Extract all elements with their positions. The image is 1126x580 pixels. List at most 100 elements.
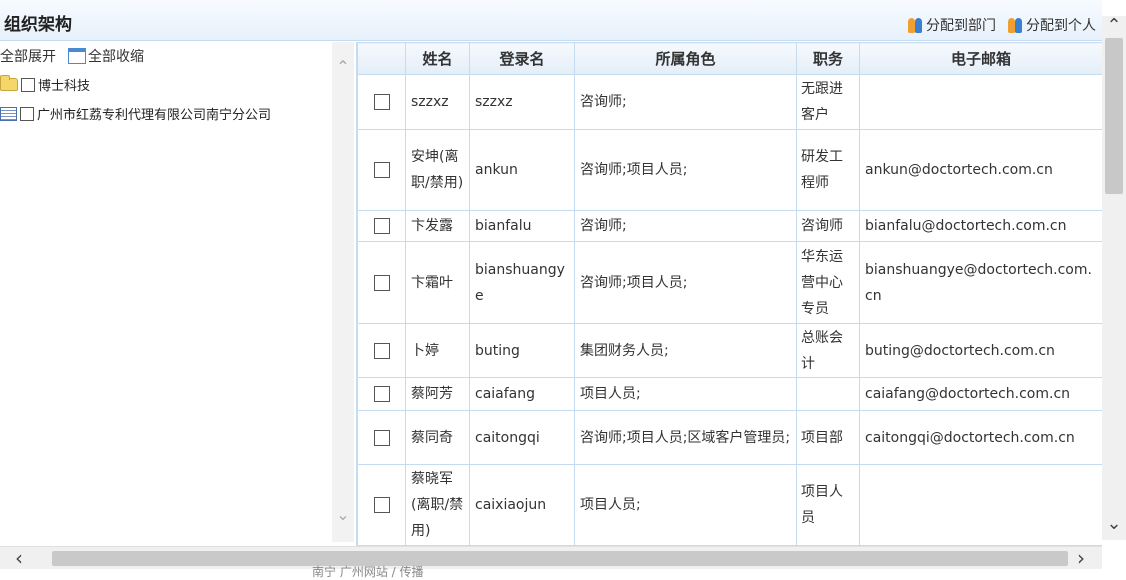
tree-node-label: 广州市红荔专利代理有限公司南宁分公司 [37, 108, 272, 123]
cell-email: caitongqi@doctortech.com.cn [859, 410, 1102, 465]
cell-name: 卞霜叶 [405, 241, 470, 324]
assign-to-person-button[interactable]: 分配到个人 [1008, 15, 1096, 35]
horizontal-scroll-thumb[interactable] [52, 551, 1068, 566]
cell-name: 卜婷 [405, 323, 470, 378]
cell-login: bianfalu [469, 210, 575, 242]
cell-role: 项目人员; [574, 377, 797, 411]
row-select-cell [357, 464, 406, 546]
cell-role: 咨询师; [574, 74, 797, 130]
org-tree-panel: 全部展开 全部收缩 博士科技 广州市红荔专利代理有限公司南宁分公司 ⌃ ⌄ [0, 42, 354, 545]
table-row[interactable]: szzxz szzxz 咨询师; 无跟进客户 [357, 74, 1102, 130]
cell-role: 项目人员; [574, 464, 797, 546]
table-row[interactable]: 蔡晓军(离职/禁用) caixiaojun 项目人员; 项目人员 [357, 464, 1102, 546]
cell-email: bianfalu@doctortech.com.cn [859, 210, 1102, 242]
people-icon [1008, 16, 1024, 34]
org-unit-icon [0, 106, 17, 121]
tree-node-label: 博士科技 [38, 79, 91, 94]
org-structure-window: 组织架构 分配到部门 分配到个人 全部展开 全部收缩 博士科技 广州市红荔专利代… [0, 0, 1126, 579]
column-header-job[interactable]: 职务 [796, 42, 860, 75]
page-title: 组织架构 [4, 15, 72, 35]
cell-job: 总账会计 [796, 323, 860, 378]
user-table: 姓名 登录名 所属角色 职务 电子邮箱 szzxz szzxz 咨询师; 无跟进… [357, 42, 1102, 546]
row-checkbox[interactable] [373, 218, 390, 234]
table-row[interactable]: 卞霜叶 bianshuangye 咨询师;项目人员; 华东运营中心专员 bian… [357, 241, 1102, 324]
cell-login: buting [469, 323, 575, 378]
underlying-page-text: 南宁 广州网站 / 传播 [312, 565, 424, 579]
cell-role: 咨询师;项目人员;区域客户管理员; [574, 410, 797, 465]
cell-role: 咨询师;项目人员; [574, 129, 797, 211]
scroll-right-icon[interactable]: › [1072, 548, 1090, 568]
cell-role: 咨询师;项目人员; [574, 241, 797, 324]
tree-node-checkbox[interactable] [21, 77, 35, 92]
row-checkbox[interactable] [373, 274, 390, 291]
row-checkbox[interactable] [373, 342, 390, 359]
cell-role: 集团财务人员; [574, 323, 797, 378]
tree-toolbar: 全部展开 全部收缩 [0, 46, 144, 66]
table-row[interactable]: 安坤(离职/禁用) ankun 咨询师;项目人员; 研发工程师 ankun@do… [357, 129, 1102, 211]
table-row[interactable]: 蔡阿芳 caiafang 项目人员; caiafang@doctortech.c… [357, 377, 1102, 411]
cell-job: 项目人员 [796, 464, 860, 546]
cell-job: 无跟进客户 [796, 74, 860, 130]
vertical-scrollbar[interactable]: ⌃ ⌄ [1102, 16, 1126, 540]
cell-email [859, 464, 1102, 546]
cell-login: ankun [469, 129, 575, 211]
row-checkbox[interactable] [373, 429, 390, 446]
collapse-all-link[interactable]: 全部收缩 [88, 46, 144, 66]
folder-icon [0, 75, 18, 91]
table-header-row: 姓名 登录名 所属角色 职务 电子邮箱 [357, 42, 1102, 75]
column-header-email[interactable]: 电子邮箱 [859, 42, 1102, 75]
expand-all-link[interactable]: 全部展开 [0, 46, 56, 66]
row-checkbox[interactable] [373, 497, 390, 513]
cell-job: 项目部 [796, 410, 860, 465]
scroll-up-icon[interactable]: ⌃ [336, 59, 350, 75]
cell-job: 咨询师 [796, 210, 860, 242]
cell-job: 研发工程师 [796, 129, 860, 211]
scroll-up-icon[interactable]: ⌃ [1106, 17, 1122, 35]
cell-name: 卞发露 [405, 210, 470, 242]
cell-email [859, 74, 1102, 130]
cell-name: 蔡晓军(离职/禁用) [405, 464, 470, 546]
scroll-down-icon[interactable]: ⌄ [1106, 515, 1122, 533]
cell-name: 蔡同奇 [405, 410, 470, 465]
scroll-down-icon[interactable]: ⌄ [336, 507, 350, 523]
horizontal-scrollbar[interactable]: ‹ › [0, 546, 1102, 569]
column-header-name[interactable]: 姓名 [405, 42, 470, 75]
row-select-cell [357, 210, 406, 242]
cell-role: 咨询师; [574, 210, 797, 242]
cell-email: caiafang@doctortech.com.cn [859, 377, 1102, 411]
cell-name: 安坤(离职/禁用) [405, 129, 470, 211]
row-checkbox[interactable] [373, 162, 390, 178]
row-checkbox[interactable] [373, 94, 390, 110]
scroll-left-icon[interactable]: ‹ [10, 548, 28, 568]
cell-email: buting@doctortech.com.cn [859, 323, 1102, 378]
column-header-role[interactable]: 所属角色 [574, 42, 797, 75]
assign-to-department-button[interactable]: 分配到部门 [908, 15, 996, 35]
row-select-cell [357, 74, 406, 130]
table-row[interactable]: 卜婷 buting 集团财务人员; 总账会计 buting@doctortech… [357, 323, 1102, 378]
collapse-all-icon [68, 48, 86, 64]
cell-login: bianshuangye [469, 241, 575, 324]
cell-name: 蔡阿芳 [405, 377, 470, 411]
people-icon [908, 16, 924, 34]
table-row[interactable]: 蔡同奇 caitongqi 咨询师;项目人员;区域客户管理员; 项目部 cait… [357, 410, 1102, 465]
cell-email: ankun@doctortech.com.cn [859, 129, 1102, 211]
assign-to-department-label: 分配到部门 [926, 18, 996, 34]
panel-header: 组织架构 分配到部门 分配到个人 [0, 0, 1102, 41]
row-select-cell [357, 377, 406, 411]
cell-login: caiafang [469, 377, 575, 411]
tree-node-branch[interactable]: 广州市红荔专利代理有限公司南宁分公司 [0, 104, 271, 123]
column-header-login[interactable]: 登录名 [469, 42, 575, 75]
cell-login: caixiaojun [469, 464, 575, 546]
tree-node-checkbox[interactable] [20, 106, 34, 121]
column-header-select[interactable] [357, 42, 406, 75]
row-select-cell [357, 323, 406, 378]
table-row[interactable]: 卞发露 bianfalu 咨询师; 咨询师 bianfalu@doctortec… [357, 210, 1102, 242]
row-select-cell [357, 241, 406, 324]
row-select-cell [357, 410, 406, 465]
tree-node-company[interactable]: 博士科技 [0, 75, 90, 94]
cell-job: 华东运营中心专员 [796, 241, 860, 324]
row-checkbox[interactable] [373, 386, 390, 402]
vertical-scroll-thumb[interactable] [1105, 38, 1123, 194]
tree-scrollbar[interactable]: ⌃ ⌄ [332, 42, 354, 542]
cell-name: szzxz [405, 74, 470, 130]
